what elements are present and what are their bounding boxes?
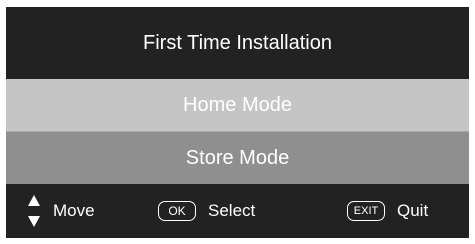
dialog-title: First Time Installation xyxy=(143,31,332,54)
exit-key-icon: EXIT xyxy=(347,201,385,221)
store-mode-label: Store Mode xyxy=(185,146,290,169)
key-hint-bar: Move OK Select EXIT Quit xyxy=(6,184,469,238)
move-hint: Move xyxy=(28,184,95,238)
move-label: Move xyxy=(53,201,95,220)
home-mode-option[interactable]: Home Mode xyxy=(6,79,469,131)
quit-hint: EXIT Quit xyxy=(347,184,428,238)
installation-dialog: First Time Installation Home Mode Store … xyxy=(6,7,469,238)
up-down-arrows-icon xyxy=(28,195,40,227)
store-mode-option[interactable]: Store Mode xyxy=(6,132,469,184)
home-mode-label: Home Mode xyxy=(183,93,292,116)
select-label: Select xyxy=(208,201,256,220)
select-hint: OK Select xyxy=(158,184,255,238)
quit-label: Quit xyxy=(397,201,429,220)
ok-key-icon: OK xyxy=(158,201,196,221)
